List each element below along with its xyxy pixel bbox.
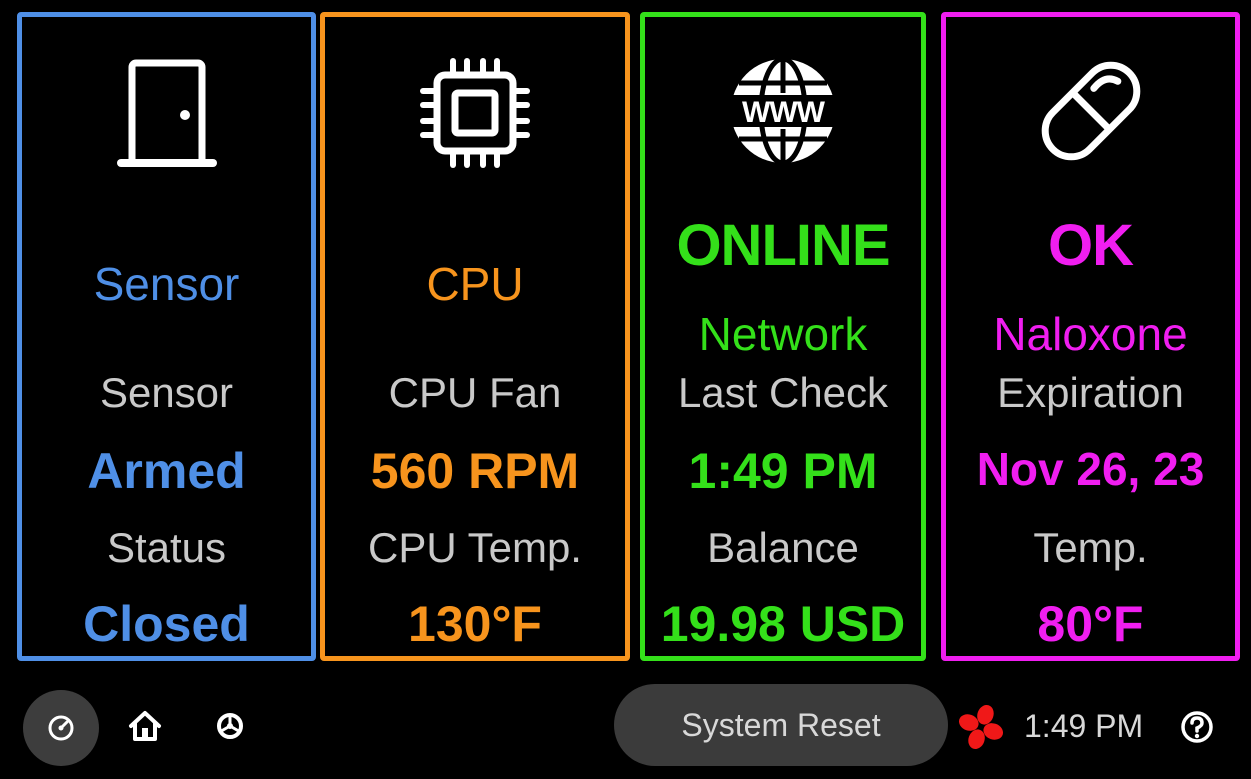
gauge-icon [48,715,74,741]
medication-status: OK [1048,213,1134,278]
svg-text:WWW: WWW [742,96,826,129]
cpu-fan-value: 560 RPM [370,443,580,499]
cpu-fan-label: CPU Fan [388,369,562,416]
help-button[interactable] [1180,710,1214,749]
sensor-panel[interactable]: Sensor Sensor Armed Status Closed [17,12,316,661]
last-check-value: 1:49 PM [688,443,878,499]
home-button[interactable] [128,710,162,747]
fan-icon [958,704,1004,750]
temp-label: Temp. [1033,524,1148,571]
last-check-label: Last Check [677,369,889,416]
www-globe-icon: WWW [727,56,839,166]
expiration-label: Expiration [997,369,1184,416]
panel-title: CPU [426,258,524,310]
bottom-bar: System Reset 1:49 PM [0,668,1251,779]
system-reset-button[interactable]: System Reset [614,684,948,766]
panel-title: Sensor [93,258,240,310]
network-status: ONLINE [676,213,890,278]
clock-time: 1:49 PM [1024,708,1144,744]
dashboard-button[interactable] [23,690,99,766]
status-value: Closed [83,596,250,652]
door-icon [116,59,217,167]
settings-button[interactable] [214,710,246,747]
panel-title: Naloxone [993,308,1188,360]
home-icon [129,711,161,741]
temp-value: 80°F [1037,596,1144,652]
network-panel[interactable]: WWW ONLINE Network Last Check 1:49 PM Ba… [640,12,926,661]
cpu-temp-label: CPU Temp. [368,524,582,571]
cpu-panel[interactable]: CPU CPU Fan 560 RPM CPU Temp. 130°F [320,12,630,661]
cpu-temp-value: 130°F [408,596,542,652]
balance-value: 19.98 USD [660,596,906,652]
medication-panel[interactable]: OK Naloxone Expiration Nov 26, 23 Temp. … [941,12,1240,661]
balance-label: Balance [707,524,859,571]
sensor-value: Armed [87,443,246,499]
cpu-chip-icon [420,58,530,168]
pill-icon [1041,61,1140,161]
sensor-label: Sensor [99,369,234,416]
gear-icon [217,713,243,739]
panel-title: Network [698,308,868,360]
status-label: Status [106,524,227,571]
expiration-value: Nov 26, 23 [976,443,1205,495]
help-icon [1181,711,1213,743]
